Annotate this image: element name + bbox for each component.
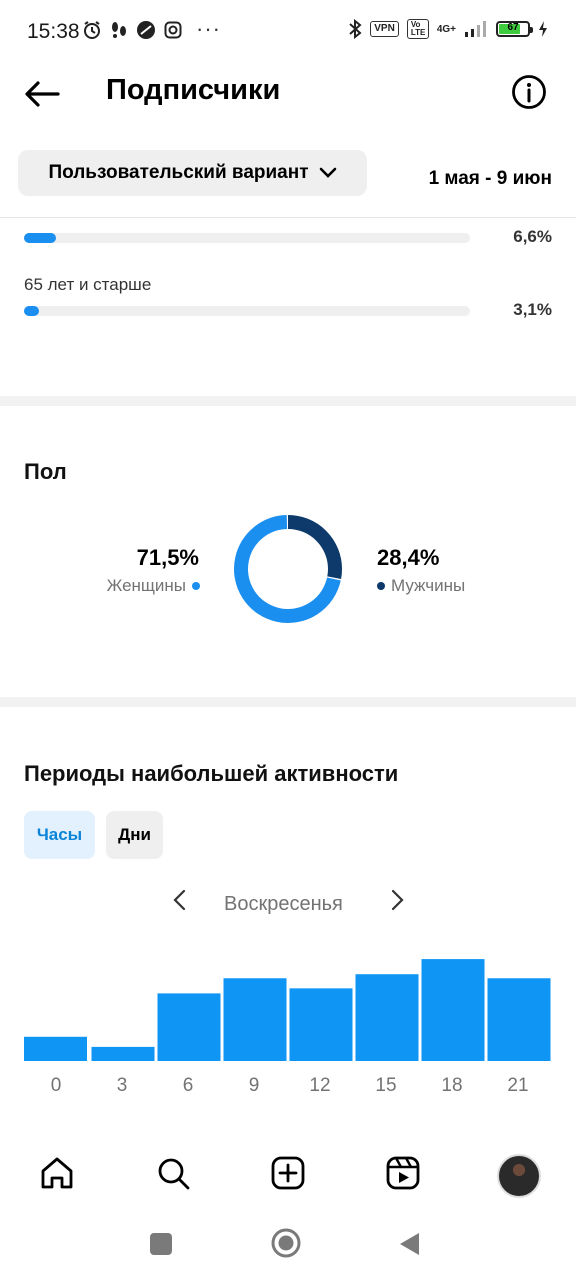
tab-hours[interactable]: Часы bbox=[24, 811, 95, 859]
activity-section-title: Периоды наибольшей активности bbox=[24, 761, 399, 786]
women-percent: 71,5% bbox=[136, 545, 199, 570]
section-separator-2 bbox=[0, 697, 576, 707]
network-type: 4G+ bbox=[436, 23, 456, 35]
profile-avatar[interactable] bbox=[497, 1154, 541, 1198]
steps-icon bbox=[112, 22, 126, 38]
selected-day: Воскресенья bbox=[224, 893, 343, 915]
app-notification-icon bbox=[137, 21, 155, 39]
search-icon[interactable] bbox=[154, 1154, 192, 1192]
activity-bar-0 bbox=[24, 1036, 87, 1061]
x-tick-15: 15 bbox=[375, 1075, 397, 1096]
activity-bar-6 bbox=[157, 993, 221, 1061]
gender-donut-chart bbox=[234, 515, 342, 623]
x-tick-3: 3 bbox=[116, 1075, 128, 1096]
home-circle-icon[interactable] bbox=[270, 1227, 302, 1259]
status-notification-icons bbox=[82, 20, 182, 40]
volte-icon: Vo LTE bbox=[406, 19, 429, 39]
info-icon[interactable] bbox=[511, 74, 547, 110]
more-notifications-dots: ··· bbox=[196, 16, 221, 41]
header-divider bbox=[0, 217, 576, 218]
back-arrow-icon[interactable] bbox=[22, 74, 62, 114]
create-post-icon[interactable] bbox=[269, 1154, 307, 1192]
x-tick-0: 0 bbox=[50, 1075, 62, 1096]
section-separator bbox=[0, 396, 576, 406]
activity-bar-21 bbox=[487, 978, 551, 1061]
age-label-65-plus: 65 лет и старше bbox=[24, 275, 152, 294]
status-bar: 15:38 ··· VPN Vo LTE 4G+ 67 bbox=[0, 0, 576, 62]
age-row-label-cropped bbox=[24, 196, 224, 216]
activity-bar-3 bbox=[91, 1046, 155, 1061]
activity-bar-9 bbox=[223, 978, 287, 1061]
men-legend: Мужчины bbox=[377, 576, 465, 596]
home-icon[interactable] bbox=[38, 1154, 76, 1192]
activity-bar-12 bbox=[289, 988, 353, 1061]
status-system-icons: VPN Vo LTE 4G+ 67 bbox=[348, 19, 548, 39]
period-filter-label: Пользовательский вариант bbox=[48, 162, 309, 183]
women-legend: Женщины bbox=[107, 576, 200, 596]
age-bar-track-0 bbox=[24, 233, 470, 243]
battery-icon: 67 bbox=[496, 21, 533, 37]
women-label: Женщины bbox=[106, 576, 186, 595]
signal-icon bbox=[465, 21, 486, 37]
x-tick-18: 18 bbox=[441, 1075, 463, 1096]
age-bar-fill-1 bbox=[24, 306, 39, 316]
reels-icon[interactable] bbox=[384, 1154, 422, 1192]
battery-level: 67 bbox=[507, 22, 519, 33]
activity-bar-15 bbox=[355, 974, 419, 1061]
instagram-notification-icon bbox=[164, 21, 182, 39]
page-title: Подписчики bbox=[106, 74, 281, 106]
gender-section-title: Пол bbox=[24, 459, 67, 484]
chevron-left-icon[interactable] bbox=[170, 888, 190, 912]
date-range: 1 мая - 9 июн bbox=[428, 168, 552, 189]
men-label: Мужчины bbox=[391, 576, 466, 595]
recents-square-icon[interactable] bbox=[150, 1233, 172, 1255]
donut-women-arc bbox=[234, 515, 342, 623]
women-dot bbox=[192, 582, 200, 590]
x-tick-12: 12 bbox=[309, 1075, 331, 1096]
alarm-icon bbox=[84, 21, 100, 39]
back-triangle-icon[interactable] bbox=[398, 1231, 422, 1257]
vpn-icon: VPN bbox=[370, 21, 399, 37]
chevron-down-icon bbox=[319, 167, 336, 178]
men-percent: 28,4% bbox=[377, 545, 440, 570]
x-tick-9: 9 bbox=[248, 1075, 260, 1096]
age-percent-1: 3,1% bbox=[513, 300, 552, 319]
chevron-right-icon[interactable] bbox=[387, 888, 407, 912]
age-bar-track-1 bbox=[24, 306, 470, 316]
status-time: 15:38 bbox=[27, 20, 80, 43]
tab-days[interactable]: Дни bbox=[106, 811, 163, 859]
men-dot bbox=[377, 582, 385, 590]
activity-bar-chart bbox=[24, 959, 551, 1061]
period-filter-dropdown[interactable]: Пользовательский вариант bbox=[18, 150, 367, 196]
activity-bar-18 bbox=[421, 959, 485, 1061]
x-tick-21: 21 bbox=[507, 1075, 529, 1096]
bluetooth-icon bbox=[349, 19, 362, 39]
age-bar-fill-0 bbox=[24, 233, 56, 243]
x-tick-6: 6 bbox=[182, 1075, 194, 1096]
charging-icon bbox=[539, 21, 547, 37]
age-percent-0: 6,6% bbox=[513, 227, 552, 246]
